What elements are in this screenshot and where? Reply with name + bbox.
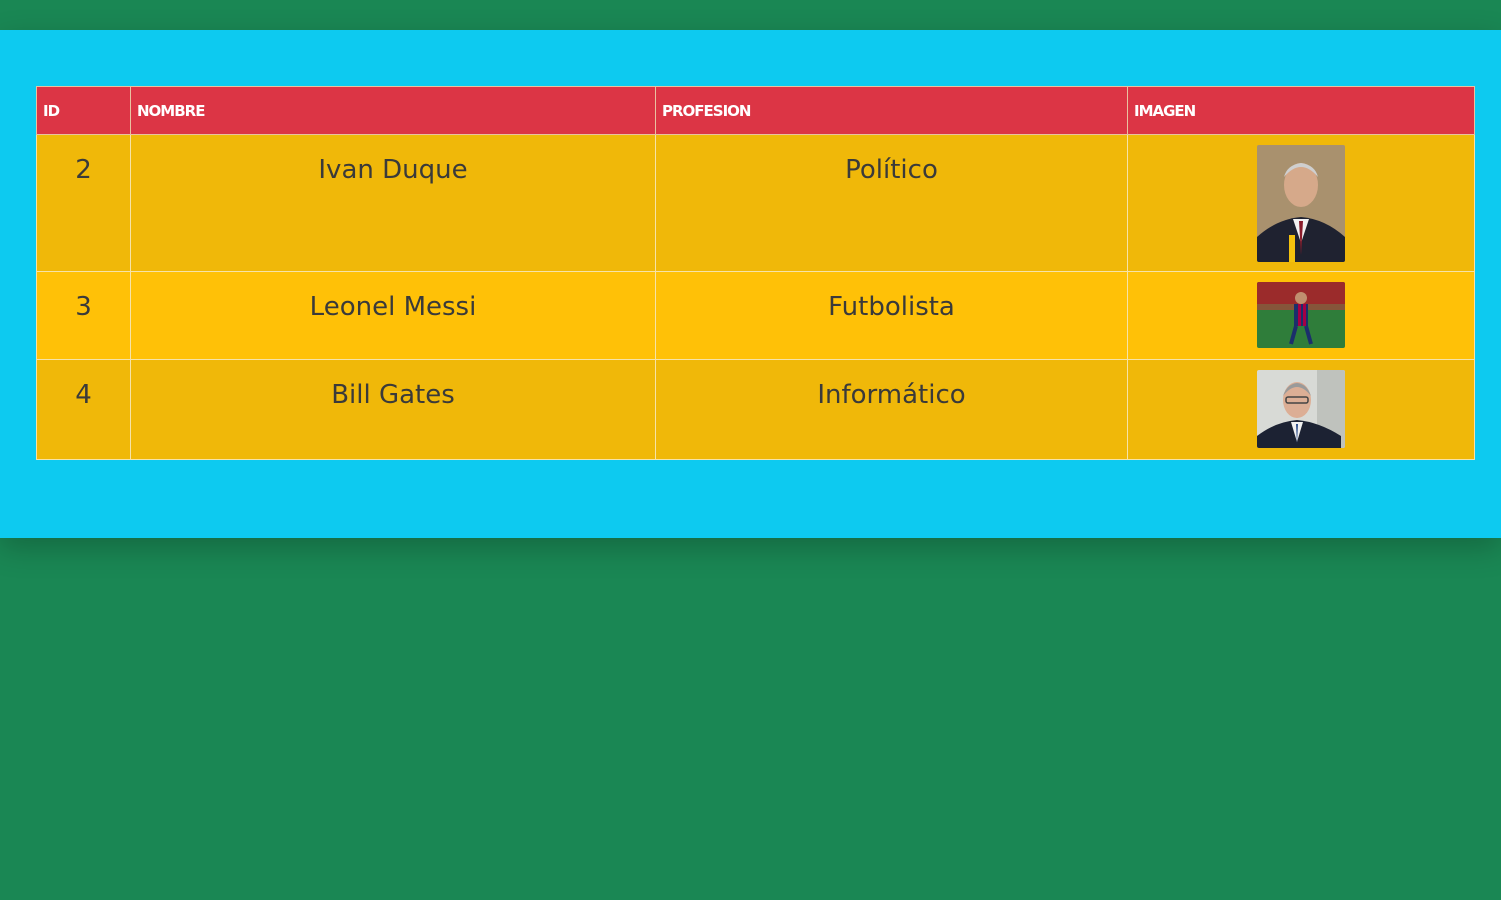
- table-row: 3 Leonel Messi Futbolista: [36, 271, 1475, 360]
- cell-nombre: Ivan Duque: [130, 134, 656, 272]
- cell-nombre: Leonel Messi: [130, 271, 656, 360]
- cell-id: 3: [36, 271, 131, 360]
- cell-profesion: Futbolista: [655, 271, 1128, 360]
- top-bar: [0, 0, 1501, 30]
- header-profesion: PROFESION: [655, 86, 1128, 135]
- header-imagen: IMAGEN: [1127, 86, 1475, 135]
- table-panel: Id NOMBRE PROFESION IMAGEN 2 Ivan Duque …: [0, 30, 1501, 538]
- header-id: Id: [36, 86, 131, 135]
- cell-nombre: Bill Gates: [130, 359, 656, 460]
- portrait-photo: [1257, 370, 1345, 448]
- header-nombre: NOMBRE: [130, 86, 656, 135]
- table-row: 4 Bill Gates Informático: [36, 359, 1475, 460]
- cell-id: 2: [36, 134, 131, 272]
- portrait-photo: [1257, 145, 1345, 262]
- cell-imagen: [1127, 134, 1475, 272]
- table-row: 2 Ivan Duque Político: [36, 134, 1475, 272]
- cell-imagen: [1127, 359, 1475, 460]
- cell-profesion: Político: [655, 134, 1128, 272]
- table-header-row: Id NOMBRE PROFESION IMAGEN: [36, 86, 1475, 135]
- cell-profesion: Informático: [655, 359, 1128, 460]
- cell-id: 4: [36, 359, 131, 460]
- people-table: Id NOMBRE PROFESION IMAGEN 2 Ivan Duque …: [36, 86, 1475, 460]
- cell-imagen: [1127, 271, 1475, 360]
- soccer-player-photo: [1257, 282, 1345, 348]
